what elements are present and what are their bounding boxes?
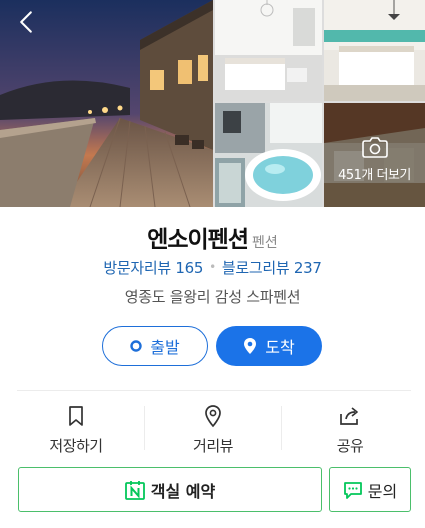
save-button[interactable]: 저장하기 bbox=[8, 400, 144, 456]
chevron-left-icon bbox=[18, 10, 34, 38]
arrive-button[interactable]: 도착 bbox=[216, 326, 322, 366]
share-icon bbox=[339, 403, 361, 429]
depart-label: 출발 bbox=[150, 338, 180, 357]
section-divider bbox=[17, 390, 411, 391]
visitor-reviews-link[interactable]: 방문자리뷰 165 bbox=[103, 259, 203, 277]
spa-bathtub-photo[interactable] bbox=[215, 103, 322, 207]
arrive-label: 도착 bbox=[265, 338, 295, 357]
bedroom-white-photo[interactable] bbox=[215, 0, 322, 101]
bookmark-icon bbox=[68, 403, 84, 429]
room-reservation-button[interactable]: 객실 예약 bbox=[18, 467, 322, 512]
place-title-row: 엔소이펜션 펜션 bbox=[0, 220, 425, 254]
photo-gallery: 451개 더보기 bbox=[0, 0, 425, 207]
place-category: 펜션 bbox=[252, 235, 278, 251]
reviews-row: 방문자리뷰 165 • 블로그리뷰 237 bbox=[0, 257, 425, 278]
map-pin-icon bbox=[243, 337, 257, 355]
street-view-button[interactable]: 거리뷰 bbox=[145, 400, 281, 456]
more-photos-label: 451개 더보기 bbox=[338, 167, 411, 183]
depart-button[interactable]: 출발 bbox=[102, 326, 208, 366]
share-label: 공유 bbox=[336, 437, 364, 455]
bedroom-turquoise-photo[interactable] bbox=[324, 0, 425, 101]
room-reservation-label: 객실 예약 bbox=[150, 481, 216, 501]
separator-dot: • bbox=[209, 260, 216, 274]
blog-reviews-link[interactable]: 블로그리뷰 237 bbox=[222, 259, 322, 277]
more-photos-button[interactable]: 451개 더보기 bbox=[324, 103, 425, 207]
place-name: 엔소이펜션 bbox=[147, 227, 249, 253]
street-view-label: 거리뷰 bbox=[193, 437, 233, 455]
share-button[interactable]: 공유 bbox=[282, 400, 418, 456]
origin-dot-icon bbox=[130, 340, 142, 352]
inquiry-button[interactable]: 문의 bbox=[329, 467, 411, 512]
inquiry-label: 문의 bbox=[367, 481, 398, 501]
action-row: 저장하기 거리뷰 공유 bbox=[8, 400, 418, 456]
back-button[interactable] bbox=[10, 8, 42, 40]
location-pin-icon bbox=[204, 403, 222, 429]
chat-bubble-icon bbox=[343, 480, 363, 500]
camera-icon bbox=[361, 136, 388, 158]
place-description: 영종도 을왕리 감성 스파펜션 bbox=[124, 288, 301, 306]
save-label: 저장하기 bbox=[49, 437, 103, 455]
naver-booking-icon bbox=[124, 480, 145, 500]
